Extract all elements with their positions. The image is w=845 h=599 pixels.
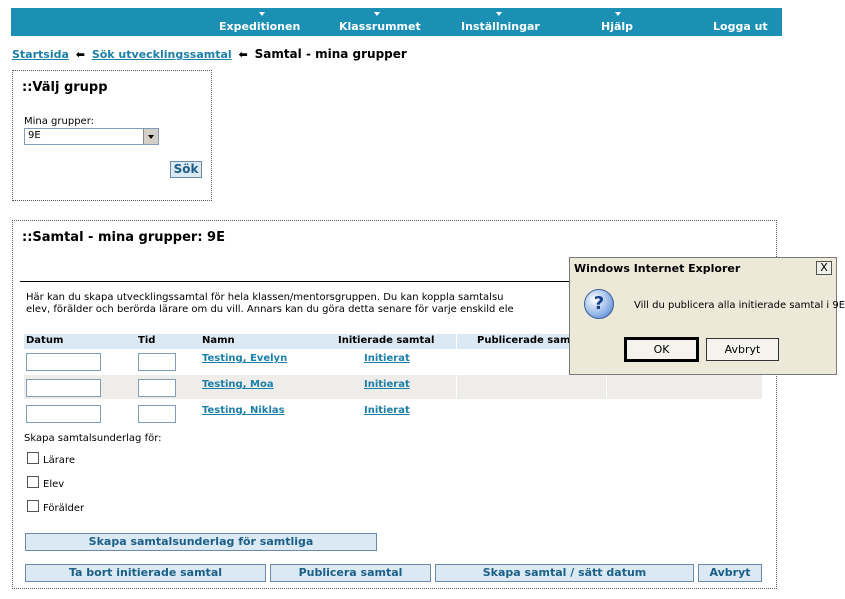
initiated-status-link[interactable]: Initierat (364, 379, 410, 390)
table-row: Testing, Niklas Initierat (24, 401, 762, 425)
dialog-message: Vill du publicera alla initierade samtal… (634, 300, 845, 311)
date-input[interactable] (26, 353, 101, 371)
publish-button[interactable]: Publicera samtal (270, 564, 431, 582)
table-row: Testing, Moa Initierat (24, 375, 762, 399)
nav-klassrummet[interactable]: Klassrummet (337, 8, 421, 36)
initiated-status-link[interactable]: Initierat (364, 353, 410, 364)
nav-expeditionen[interactable]: Expeditionen (217, 8, 307, 36)
checkbox-student[interactable] (27, 476, 39, 488)
dialog-cancel-button[interactable]: Avbryt (706, 338, 779, 361)
checkbox-parent[interactable] (27, 500, 39, 512)
group-dropdown[interactable]: 9E (24, 128, 159, 145)
time-input[interactable] (138, 405, 176, 423)
date-input[interactable] (26, 379, 101, 397)
column-published: Publicerade sam (477, 335, 571, 346)
create-for-label: Skapa samtalsunderlag för: (24, 433, 162, 444)
column-time: Tid (138, 335, 156, 346)
date-input[interactable] (26, 405, 101, 423)
arrow-left-icon: ⬅ (75, 48, 85, 61)
breadcrumb-current: Samtal - mina grupper (254, 47, 407, 61)
dialog-title: Windows Internet Explorer (574, 262, 741, 275)
nav-hjalp[interactable]: Hjälp (599, 8, 637, 36)
column-name: Namn (202, 335, 235, 346)
time-input[interactable] (138, 353, 176, 371)
column-divider (606, 375, 607, 399)
checkbox-parent-label: Förälder (43, 503, 85, 514)
question-icon: ? (584, 289, 614, 319)
chevron-down-icon[interactable] (143, 129, 158, 144)
student-name-link[interactable]: Testing, Niklas (202, 405, 285, 416)
dialog-titlebar[interactable]: Windows Internet Explorer X (570, 258, 836, 278)
search-button[interactable]: Sök (170, 161, 202, 178)
breadcrumb-search-link[interactable]: Sök utvecklingssamtal (92, 48, 232, 61)
column-divider (456, 334, 457, 349)
group-select-title: ::Välj grupp (22, 80, 108, 95)
checkbox-student-label: Elev (43, 479, 65, 490)
checkbox-teacher[interactable] (27, 452, 39, 464)
chevron-down-icon (615, 12, 621, 16)
checkbox-teacher-label: Lärare (43, 455, 75, 466)
breadcrumb: Startsida ⬅ Sök utvecklingssamtal ⬅ Samt… (12, 47, 407, 61)
chevron-down-icon (496, 12, 502, 16)
cancel-button[interactable]: Avbryt (698, 564, 762, 582)
group-select-label: Mina grupper: (24, 116, 94, 127)
dialog-ok-button[interactable]: OK (624, 337, 699, 362)
confirm-dialog: Windows Internet Explorer X ? Vill du pu… (569, 257, 845, 375)
top-navigation: Expeditionen Klassrummet Inställningar H… (11, 8, 782, 36)
column-initiated: Initierade samtal (338, 335, 435, 346)
nav-installningar[interactable]: Inställningar (459, 8, 540, 36)
breadcrumb-home-link[interactable]: Startsida (12, 48, 69, 61)
nav-logga-ut[interactable]: Logga ut (713, 8, 773, 36)
column-date: Datum (26, 335, 64, 346)
remove-initiated-button[interactable]: Ta bort initierade samtal (25, 564, 266, 582)
chevron-down-icon (259, 12, 265, 16)
chevron-down-icon (374, 12, 380, 16)
student-name-link[interactable]: Testing, Moa (202, 379, 274, 390)
create-all-button[interactable]: Skapa samtalsunderlag för samtliga (25, 533, 377, 551)
group-dropdown-value: 9E (28, 130, 41, 141)
student-name-link[interactable]: Testing, Evelyn (202, 353, 287, 364)
initiated-status-link[interactable]: Initierat (364, 405, 410, 416)
arrow-left-icon: ⬅ (238, 48, 248, 61)
close-icon[interactable]: X (816, 261, 832, 275)
create-set-date-button[interactable]: Skapa samtal / sätt datum (435, 564, 694, 582)
intro-text: Här kan du skapa utvecklingssamtal för h… (26, 292, 514, 315)
time-input[interactable] (138, 379, 176, 397)
conversations-title: ::Samtal - mina grupper: 9E (22, 230, 225, 245)
column-divider (456, 375, 457, 399)
